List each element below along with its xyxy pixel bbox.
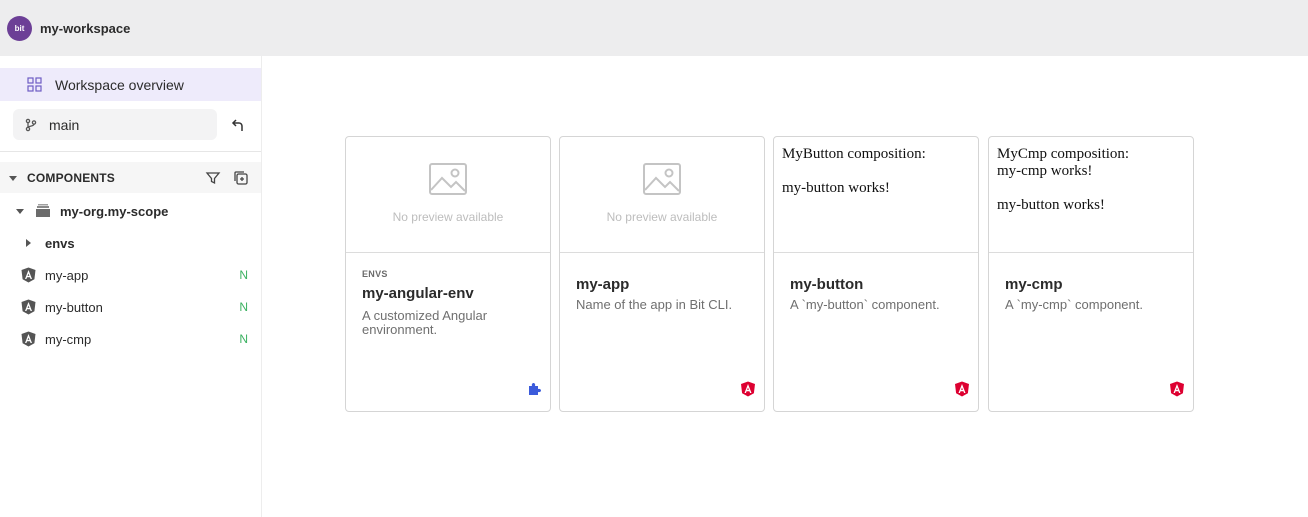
composition-line — [782, 163, 926, 180]
lane-label: main — [49, 116, 80, 133]
image-placeholder-icon — [643, 163, 681, 195]
tree-item-my-cmp[interactable]: my-cmp N — [0, 325, 261, 353]
lane-selector[interactable]: main — [13, 109, 217, 140]
no-preview-text: No preview available — [606, 210, 718, 224]
new-status-badge: N — [239, 332, 248, 346]
sidebar-divider — [0, 151, 261, 152]
card-description: A customized Angular environment. — [362, 308, 488, 337]
card-preview: No preview available — [560, 137, 764, 253]
card-preview: No preview available — [346, 137, 550, 253]
angular-icon — [21, 267, 36, 283]
composition-line — [997, 180, 1129, 197]
component-card-my-angular-env[interactable]: No preview available ENVS my-angular-env… — [345, 136, 551, 412]
tree-item-label: my-app — [45, 267, 89, 283]
sidebar: Workspace overview main COMPONENTS my-or… — [0, 56, 262, 517]
caret-down-icon — [16, 209, 24, 214]
image-placeholder-icon — [429, 163, 467, 195]
new-status-badge: N — [239, 268, 248, 282]
composition-line: my-button works! — [997, 197, 1105, 213]
workspace-name[interactable]: my-workspace — [40, 21, 130, 36]
tree-item-my-app[interactable]: my-app N — [0, 261, 261, 289]
back-button[interactable] — [229, 116, 247, 134]
card-title: my-app — [576, 276, 630, 293]
env-tag: ENVS — [362, 269, 388, 279]
angular-icon — [1170, 381, 1184, 397]
angular-icon — [21, 299, 36, 315]
scope-box-icon — [36, 204, 50, 217]
composition-preview: MyCmp composition: my-cmp works! my-butt… — [997, 146, 1129, 214]
workspace-overview-label: Workspace overview — [55, 76, 184, 93]
card-title: my-cmp — [1005, 276, 1063, 293]
tree-item-label: my-button — [45, 299, 103, 315]
env-puzzle-icon — [529, 383, 541, 395]
workspace-overview-link[interactable]: Workspace overview — [0, 68, 261, 101]
composition-line: MyButton composition: — [782, 146, 926, 162]
card-description: A `my-cmp` component. — [1005, 297, 1143, 312]
scope-name: my-org.my-scope — [60, 203, 169, 219]
components-section-header[interactable]: COMPONENTS — [0, 162, 261, 193]
bit-logo[interactable]: bit — [7, 15, 32, 41]
caret-down-icon — [9, 175, 17, 181]
components-header-label: COMPONENTS — [27, 170, 116, 185]
top-bar: bit my-workspace — [0, 0, 1308, 56]
return-arrow-icon — [231, 119, 243, 131]
branch-icon — [25, 118, 37, 131]
card-title: my-button — [790, 276, 864, 293]
component-card-my-button[interactable]: MyButton composition: my-button works! m… — [773, 136, 979, 412]
scope-row[interactable]: my-org.my-scope — [0, 197, 261, 225]
card-description: Name of the app in Bit CLI. — [576, 297, 733, 312]
no-preview-text: No preview available — [392, 210, 504, 224]
composition-line: my-cmp works! — [997, 163, 1093, 179]
component-card-my-cmp[interactable]: MyCmp composition: my-cmp works! my-butt… — [988, 136, 1194, 412]
composition-preview: MyButton composition: my-button works! — [782, 146, 926, 197]
tree-item-label: envs — [45, 235, 75, 251]
card-preview: MyButton composition: my-button works! — [774, 137, 978, 253]
composition-line: MyCmp composition: — [997, 146, 1130, 162]
component-card-my-app[interactable]: No preview available my-app Name of the … — [559, 136, 765, 412]
tree-item-label: my-cmp — [45, 331, 92, 347]
tree-item-my-button[interactable]: my-button N — [0, 293, 261, 321]
collapse-all-icon[interactable] — [233, 170, 249, 186]
card-title: my-angular-env — [362, 285, 474, 302]
angular-icon — [21, 331, 36, 347]
filter-icon[interactable] — [205, 170, 221, 186]
grid-icon — [27, 77, 42, 92]
caret-right-icon — [26, 239, 31, 247]
new-status-badge: N — [239, 300, 248, 314]
tree-item-envs[interactable]: envs — [0, 229, 261, 257]
composition-line: my-button works! — [782, 180, 890, 196]
card-description: A `my-button` component. — [790, 297, 940, 312]
card-preview: MyCmp composition: my-cmp works! my-butt… — [989, 137, 1193, 253]
angular-icon — [741, 381, 755, 397]
angular-icon — [955, 381, 969, 397]
